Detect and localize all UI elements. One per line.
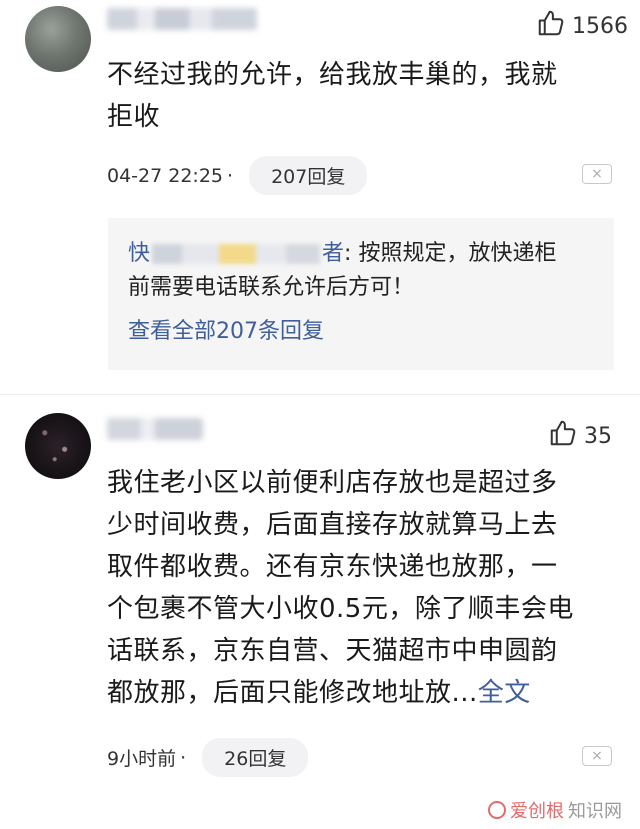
timestamp: 04-27 22:25 (107, 164, 224, 187)
reply-colon: : (344, 241, 352, 266)
like-button[interactable]: 1566 (536, 8, 628, 44)
reply-author-end[interactable]: 者 (322, 241, 344, 266)
separator-dot: · (227, 164, 234, 187)
watermark: 爱创根 知识网 (488, 797, 622, 823)
reply-author-start[interactable]: 快 (128, 241, 150, 266)
watermark-site: 知识网 (568, 801, 622, 822)
full-text-link[interactable]: 全文 (478, 678, 531, 708)
replies-button[interactable]: 207回复 (249, 156, 368, 195)
separator-dot: · (180, 746, 187, 769)
avatar[interactable] (25, 6, 91, 72)
like-count: 1566 (572, 13, 628, 39)
comment-line: 个包裹不管大小收0.5元，除了顺丰会电 (107, 594, 574, 624)
reply-text-1: 按照规定，放快递柜 (358, 241, 557, 266)
close-glyph: × (591, 166, 603, 182)
close-icon[interactable]: × (582, 746, 612, 766)
avatar[interactable] (25, 413, 91, 479)
comment-text: 不经过我的允许，给我放丰巢的，我就 拒收 (107, 54, 558, 138)
like-count: 35 (584, 423, 612, 449)
comment-meta: 9小时前 · 26回复 (107, 738, 309, 777)
thumbs-up-icon (536, 8, 566, 44)
comment-line: 少时间收费，后面直接存放就算马上去 (107, 510, 558, 540)
reply-author-blurred (152, 244, 321, 264)
divider (0, 394, 640, 395)
timestamp: 9小时前 (107, 748, 177, 770)
like-button[interactable]: 35 (548, 418, 612, 454)
username-blurred[interactable] (107, 8, 257, 30)
comment-text: 我住老小区以前便利店存放也是超过多 少时间收费，后面直接存放就算马上去 取件都收… (107, 462, 574, 714)
watermark-brand: 爱创根 (510, 801, 564, 822)
replies-button[interactable]: 26回复 (202, 738, 309, 777)
comment-line: 取件都收费。还有京东快递也放那，一 (107, 552, 558, 582)
comment-line-last: 都放那，后面只能修改地址放...全文 (107, 672, 574, 714)
close-glyph: × (591, 748, 603, 764)
comment-line: 我住老小区以前便利店存放也是超过多 (107, 468, 558, 498)
comment-line: 不经过我的允许，给我放丰巢的，我就 (107, 60, 558, 90)
thumbs-up-icon (548, 418, 578, 454)
username-blurred[interactable] (107, 418, 203, 440)
watermark-logo-icon (488, 801, 506, 819)
comment-line: 话联系，京东自营、天猫超市中申圆韵 (107, 636, 558, 666)
comment-meta: 04-27 22:25 · 207回复 (107, 156, 368, 195)
comment-line: 都放那，后面只能修改地址放... (107, 678, 478, 708)
close-icon[interactable]: × (582, 164, 612, 184)
nested-reply-box[interactable]: 快 者: 按照规定，放快递柜 前需要电话联系允许后方可！ 查看全部207条回复 (108, 218, 614, 370)
comment-line: 拒收 (107, 102, 161, 132)
nested-reply-line: 快 者: 按照规定，放快递柜 (128, 238, 556, 270)
view-all-replies-link[interactable]: 查看全部207条回复 (128, 316, 324, 348)
reply-text-2: 前需要电话联系允许后方可！ (128, 275, 415, 300)
